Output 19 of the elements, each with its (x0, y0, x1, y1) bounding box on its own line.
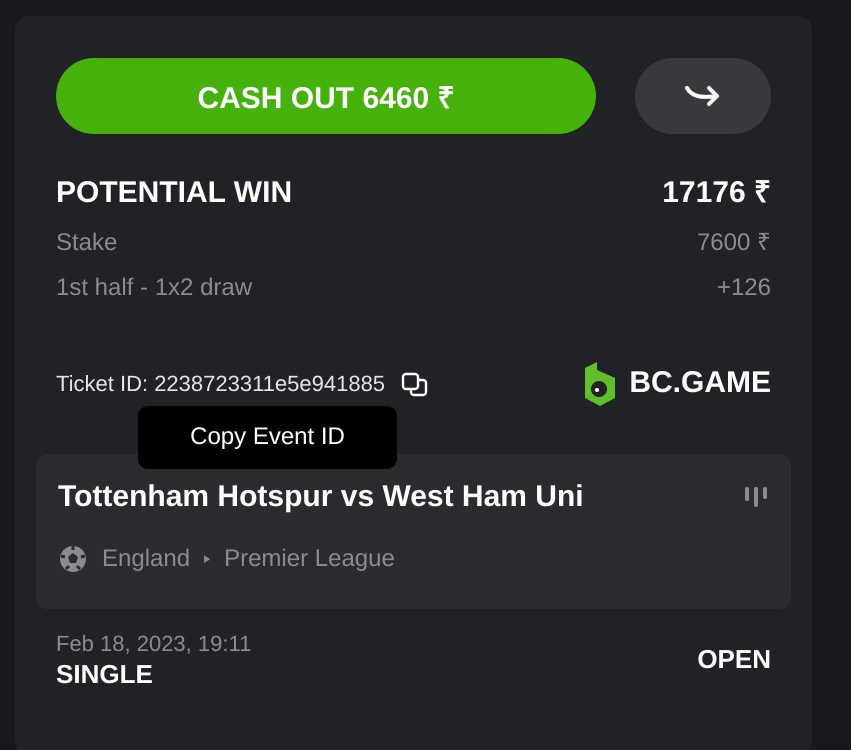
separator-icon (204, 555, 210, 564)
ticket-id: Ticket ID: 2238723311e5e941885 (56, 371, 386, 396)
tooltip: Copy Event ID (138, 406, 397, 469)
brand-name: BC.GAME (629, 366, 771, 401)
country-label: England (102, 545, 190, 573)
summary-value: 17176 ₹ (662, 176, 771, 210)
bet-type: SINGLE (56, 660, 154, 690)
stats-bars-icon (743, 484, 769, 509)
summary-label: POTENTIAL WIN (56, 176, 292, 210)
bet-status: OPEN (697, 645, 771, 676)
cash-out-button[interactable]: CASH OUT 6460 ₹ (56, 58, 596, 134)
soccer-ball-icon (58, 544, 88, 574)
summary-label: Stake (56, 228, 118, 256)
event-title: Tottenham Hotspur vs West Ham Uni (58, 480, 584, 514)
league-label: Premier League (224, 545, 395, 573)
summary-label: 1st half - 1x2 draw (56, 274, 252, 302)
summary-value: 7600 ₹ (696, 228, 771, 256)
bet-date: Feb 18, 2023, 19:11 (56, 630, 252, 656)
summary-value: +126 (716, 274, 771, 302)
